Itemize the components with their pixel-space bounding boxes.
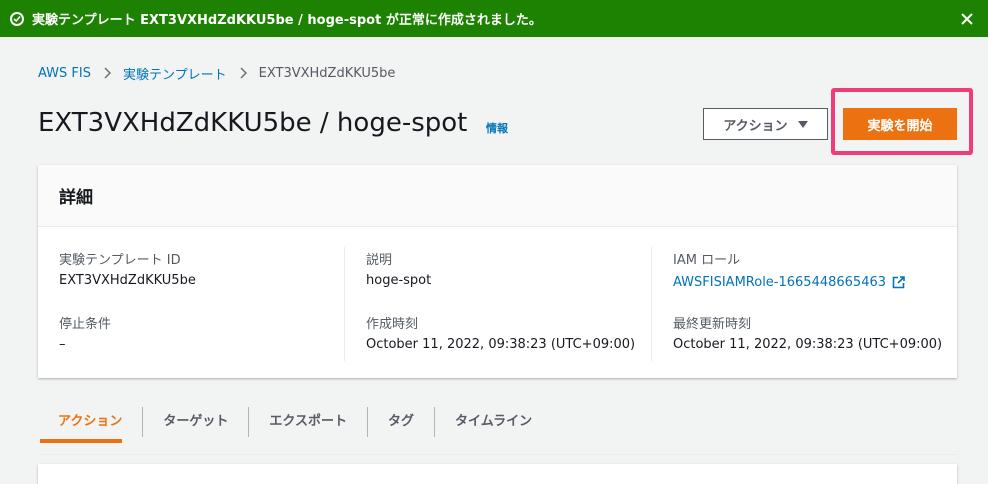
actions-button-label: アクション — [723, 118, 788, 134]
actions-dropdown-button[interactable]: アクション — [703, 108, 828, 140]
stop-condition-value: – — [59, 337, 66, 352]
details-column-2: 説明 hoge-spot 作成時刻 October 11, 2022, 09:3… — [366, 249, 635, 355]
tab-targets[interactable]: ターゲット — [143, 405, 248, 435]
tab-tags[interactable]: タグ — [368, 405, 434, 435]
success-flash-bar: 実験テンプレート EXT3VXHdZdKKU5be / hoge-spot が正… — [0, 0, 988, 37]
chevron-right-icon — [239, 67, 247, 79]
description-value: hoge-spot — [366, 273, 432, 288]
field-label: IAM ロール — [673, 253, 741, 268]
field-label: 実験テンプレート ID — [59, 253, 181, 268]
external-link-icon — [892, 275, 905, 289]
details-card-title: 詳細 — [38, 165, 957, 227]
tab-actions[interactable]: アクション — [38, 405, 142, 443]
field-label: 停止条件 — [59, 317, 112, 332]
flash-message: 実験テンプレート EXT3VXHdZdKKU5be / hoge-spot が正… — [32, 13, 542, 28]
tab-underline — [38, 454, 957, 455]
caret-down-icon — [797, 120, 808, 128]
info-link[interactable]: 情報 — [486, 120, 508, 136]
iam-role-link-text: AWSFISIAMRole-1665448665463 — [673, 274, 887, 290]
column-divider — [651, 247, 652, 361]
tab-panel — [38, 464, 957, 484]
tab-timeline[interactable]: タイムライン — [435, 405, 552, 435]
field-label: 最終更新時刻 — [673, 317, 752, 332]
iam-role-link[interactable]: AWSFISIAMRole-1665448665463 — [673, 273, 942, 291]
page-title: EXT3VXHdZdKKU5be / hoge-spot — [38, 108, 468, 138]
chevron-right-icon — [103, 67, 111, 79]
details-column-1: 実験テンプレート ID EXT3VXHdZdKKU5be 停止条件 – — [59, 249, 196, 355]
close-icon[interactable] — [958, 10, 976, 28]
tab-bar: アクション ターゲット エクスポート タグ タイムライン — [38, 405, 552, 443]
details-card: 詳細 実験テンプレート ID EXT3VXHdZdKKU5be 停止条件 – 説… — [38, 165, 957, 378]
field-label: 説明 — [366, 253, 393, 268]
breadcrumb: AWS FIS 実験テンプレート EXT3VXHdZdKKU5be — [38, 64, 396, 83]
tab-export[interactable]: エクスポート — [249, 405, 367, 435]
last-updated-value: October 11, 2022, 09:38:23 (UTC+09:00) — [673, 337, 943, 352]
check-circle-icon — [10, 11, 24, 26]
field-label: 作成時刻 — [366, 317, 419, 332]
creation-time-value: October 11, 2022, 09:38:23 (UTC+09:00) — [366, 337, 636, 352]
breadcrumb-experiment-templates[interactable]: 実験テンプレート — [123, 64, 227, 83]
start-experiment-button[interactable]: 実験を開始 — [843, 108, 957, 140]
column-divider — [344, 247, 345, 361]
template-id-value: EXT3VXHdZdKKU5be — [59, 273, 196, 288]
breadcrumb-current: EXT3VXHdZdKKU5be — [258, 65, 396, 81]
details-column-3: IAM ロール AWSFISIAMRole-1665448665463 最終更新… — [673, 249, 942, 355]
breadcrumb-aws-fis[interactable]: AWS FIS — [38, 66, 91, 81]
